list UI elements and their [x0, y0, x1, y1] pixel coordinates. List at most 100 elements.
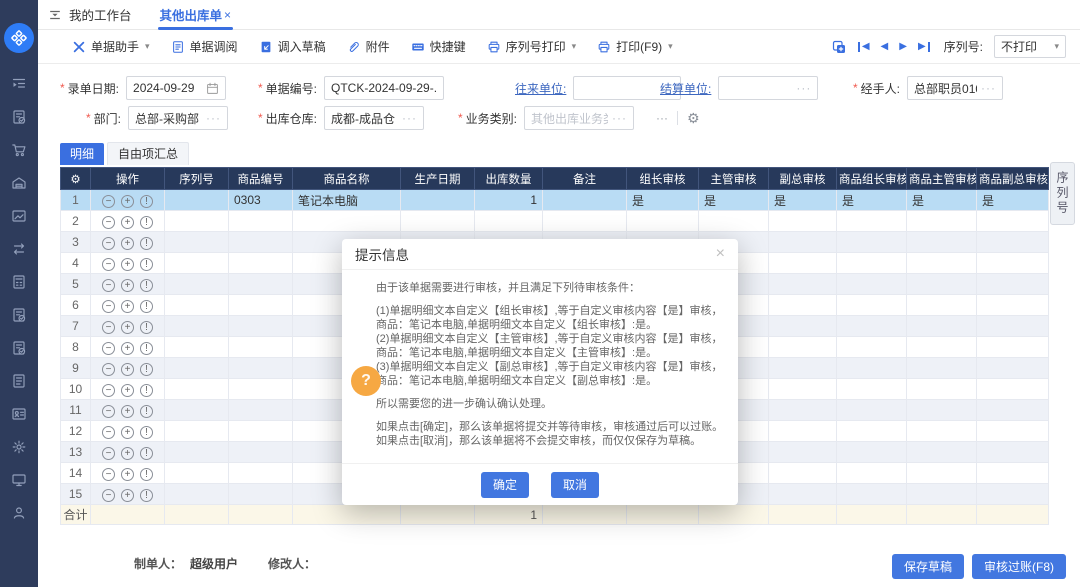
grid-cell[interactable] [164, 483, 229, 505]
grid-cell[interactable] [906, 231, 977, 253]
row-info-icon[interactable]: ! [140, 257, 153, 271]
row-info-icon[interactable]: ! [140, 446, 153, 460]
row-minus-icon[interactable]: − [102, 257, 115, 271]
row-minus-icon[interactable]: − [102, 320, 115, 334]
grid-cell[interactable] [976, 252, 1049, 274]
app-logo[interactable] [4, 23, 34, 53]
row-add-icon[interactable]: + [121, 362, 134, 376]
row-info-icon[interactable]: ! [140, 278, 153, 292]
grid-cell[interactable] [836, 357, 907, 379]
grid-cell[interactable] [976, 210, 1049, 232]
field-r1-0-input[interactable]: 2024-09-29 [126, 76, 227, 100]
lookup-ellipsis-icon[interactable]: ··· [206, 111, 221, 125]
first-record-icon[interactable]: ◀ [857, 41, 870, 52]
warehouse-icon[interactable] [0, 166, 38, 199]
grid-cell[interactable] [976, 294, 1049, 316]
row-info-icon[interactable]: ! [140, 320, 153, 334]
grid-cell[interactable] [836, 231, 907, 253]
row-info-icon[interactable]: ! [140, 383, 153, 397]
grid-cell[interactable] [400, 210, 475, 232]
row-info-icon[interactable]: ! [140, 425, 153, 439]
field-r2-0-input[interactable]: 总部-采购部 ··· [128, 106, 229, 130]
grid-cell[interactable] [906, 210, 977, 232]
grid-cell[interactable] [164, 189, 229, 211]
grid-cell[interactable] [228, 483, 293, 505]
row-info-icon[interactable]: ! [140, 362, 153, 376]
grid-cell[interactable] [542, 210, 627, 232]
grid-cell[interactable] [836, 462, 907, 484]
toolbar-item-doc-review[interactable]: 单据调阅 [171, 38, 238, 55]
row-add-icon[interactable]: + [121, 425, 134, 439]
grid-cell[interactable] [906, 483, 977, 505]
grid-cell[interactable] [228, 462, 293, 484]
col-header[interactable]: 商品副总审核 [976, 167, 1049, 190]
row-minus-icon[interactable]: − [102, 341, 115, 355]
ok-button[interactable]: 确定 [480, 471, 529, 498]
next-record-icon[interactable]: ▶ [899, 41, 907, 52]
lookup-ellipsis-icon[interactable]: ··· [612, 111, 627, 125]
grid-cell[interactable] [836, 294, 907, 316]
row-minus-icon[interactable]: − [102, 278, 115, 292]
col-header[interactable]: 出库数量 [474, 167, 543, 190]
row-info-icon[interactable]: ! [140, 467, 153, 481]
tab-workbench[interactable]: 我的工作台 [69, 5, 132, 24]
grid-cell[interactable] [768, 399, 837, 421]
grid-cell[interactable] [164, 273, 229, 295]
col-header[interactable]: 商品名称 [292, 167, 401, 190]
grid-cell[interactable] [976, 378, 1049, 400]
lookup-ellipsis-icon[interactable]: ··· [402, 111, 417, 125]
tab-free-item-summary[interactable]: 自由项汇总 [107, 142, 190, 165]
save-draft-button[interactable]: 保存草稿 [891, 554, 964, 579]
grid-cell[interactable]: 0303 [228, 189, 293, 211]
grid-cell[interactable] [768, 315, 837, 337]
row-add-icon[interactable]: + [121, 194, 134, 208]
grid-cell[interactable] [906, 378, 977, 400]
grid-cell[interactable] [164, 315, 229, 337]
grid-cell[interactable] [164, 231, 229, 253]
row-info-icon[interactable]: ! [140, 341, 153, 355]
calculator-icon[interactable] [0, 265, 38, 298]
grid-cell[interactable] [836, 378, 907, 400]
calendar-icon[interactable] [206, 82, 219, 95]
toolbar-item-doc-assistant[interactable]: 单据助手 ▾ [72, 38, 150, 55]
grid-cell[interactable] [836, 483, 907, 505]
row-minus-icon[interactable]: − [102, 299, 115, 313]
grid-cell[interactable] [976, 336, 1049, 358]
grid-cell[interactable] [906, 294, 977, 316]
grid-cell[interactable]: 笔记本电脑 [292, 189, 401, 211]
transfer-arrows-icon[interactable] [0, 232, 38, 265]
lookup-ellipsis-icon[interactable]: ··· [796, 81, 811, 95]
col-header[interactable]: 商品主管审核 [906, 167, 977, 190]
field-r1-1-input[interactable]: QTCK-2024-09-29-... [324, 76, 445, 100]
grid-cell[interactable] [768, 441, 837, 463]
grid-cell[interactable] [768, 357, 837, 379]
grid-cell[interactable] [768, 252, 837, 274]
row-info-icon[interactable]: ! [140, 404, 153, 418]
close-tab-icon[interactable]: × [224, 8, 231, 22]
col-header[interactable]: 生产日期 [400, 167, 475, 190]
row-info-icon[interactable]: ! [140, 236, 153, 250]
grid-cell[interactable] [164, 462, 229, 484]
grid-cell[interactable] [698, 210, 769, 232]
field-r1-3-label[interactable]: 结算单位: [660, 80, 711, 97]
grid-cell[interactable] [976, 441, 1049, 463]
row-add-icon[interactable]: + [121, 236, 134, 250]
grid-cell[interactable] [768, 336, 837, 358]
grid-cell[interactable] [164, 210, 229, 232]
tab-other-outbound[interactable]: 其他出库单 × [157, 0, 233, 30]
row-add-icon[interactable]: + [121, 488, 134, 502]
grid-cell[interactable] [976, 231, 1049, 253]
col-header[interactable]: 序列号 [164, 167, 229, 190]
row-minus-icon[interactable]: − [102, 194, 115, 208]
grid-cell[interactable] [976, 420, 1049, 442]
grid-settings-gear-icon[interactable]: ⚙ [60, 167, 91, 190]
cart-icon[interactable] [0, 133, 38, 166]
grid-cell[interactable] [228, 441, 293, 463]
grid-cell[interactable] [906, 462, 977, 484]
grid-cell[interactable] [906, 441, 977, 463]
col-header[interactable]: 组长审核 [626, 167, 699, 190]
settings-gear-icon[interactable] [0, 430, 38, 463]
row-add-icon[interactable]: + [121, 467, 134, 481]
row-add-icon[interactable]: + [121, 446, 134, 460]
grid-cell[interactable] [228, 399, 293, 421]
